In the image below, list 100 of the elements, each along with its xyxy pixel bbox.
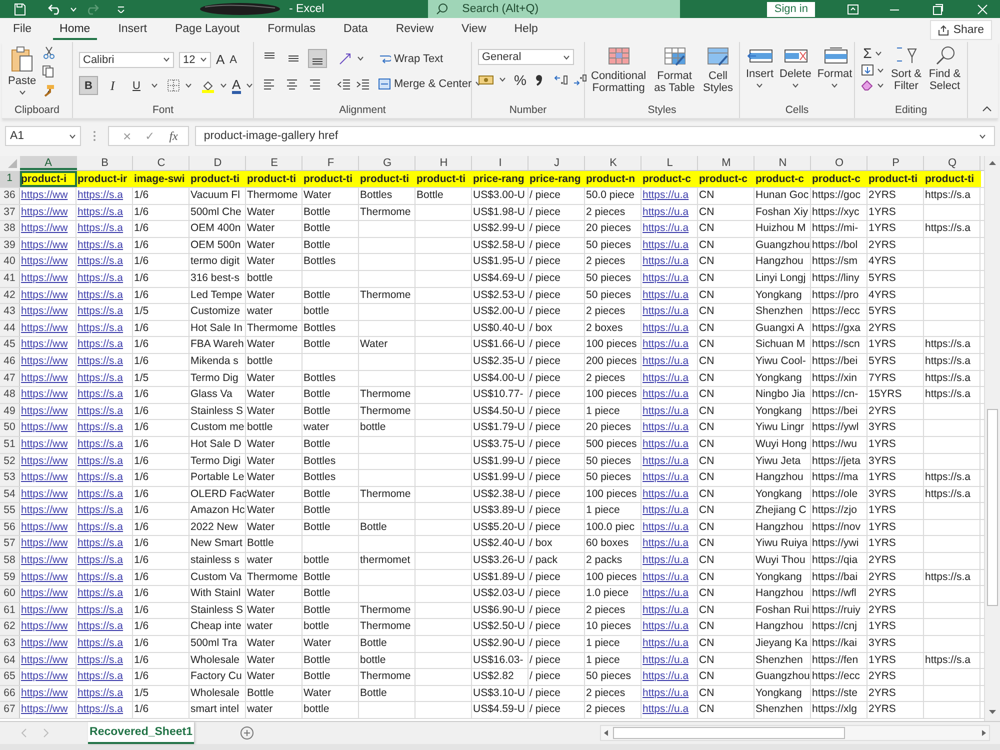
cells-button[interactable]: Format [817, 47, 852, 88]
link-cell[interactable]: https://s.a [76, 652, 133, 668]
link-cell[interactable]: https://ww [20, 337, 76, 353]
percent-button[interactable]: % [514, 72, 526, 88]
styles-button[interactable]: Conditional Formatting [591, 47, 646, 94]
column-header[interactable]: M [698, 156, 754, 170]
link-cell[interactable]: https://u.a [642, 520, 698, 536]
row-header[interactable]: 64 [0, 652, 20, 668]
link-cell[interactable]: https://u.a [642, 270, 698, 287]
link-cell[interactable]: https://ww [20, 702, 76, 718]
cells-button[interactable]: Insert [746, 47, 774, 88]
column-header[interactable]: J [528, 156, 585, 170]
row-header[interactable]: 63 [0, 636, 20, 652]
link-cell[interactable]: https://u.a [642, 238, 698, 254]
font-color-button[interactable]: A [232, 78, 241, 94]
ribbon-tab[interactable]: Help [507, 20, 545, 40]
row-header[interactable]: 54 [0, 486, 20, 502]
link-cell[interactable]: https://u.a [642, 454, 698, 470]
link-cell[interactable]: https://s.a [76, 602, 133, 618]
link-cell[interactable]: https://s.a [76, 270, 133, 287]
link-cell[interactable]: https://s.a [76, 404, 133, 420]
link-cell[interactable]: https://s.a [76, 337, 133, 353]
link-cell[interactable]: https://ww [20, 669, 76, 685]
underline-button[interactable]: U [127, 76, 146, 95]
row-header[interactable]: 56 [0, 520, 20, 536]
name-box[interactable]: A1 [5, 126, 81, 146]
font-size-dropdown[interactable]: 12 [179, 52, 211, 68]
link-cell[interactable]: https://s.a [76, 636, 133, 652]
link-cell[interactable]: https://u.a [642, 652, 698, 668]
link-cell[interactable]: https://u.a [642, 586, 698, 602]
link-cell[interactable]: https://ww [20, 436, 76, 452]
column-header[interactable]: H [416, 156, 472, 170]
search-field[interactable]: Search (Alt+Q) [428, 0, 680, 18]
link-cell[interactable]: https://s.a [76, 702, 133, 718]
cells-button[interactable]: Delete [780, 47, 812, 88]
link-cell[interactable]: https://s.a [76, 553, 133, 569]
column-header[interactable]: B [76, 156, 133, 170]
italic-button[interactable]: I [103, 76, 122, 95]
column-header[interactable]: N [754, 156, 811, 170]
styles-button[interactable]: Cell Styles [703, 47, 733, 94]
link-cell[interactable]: https://u.a [642, 669, 698, 685]
link-cell[interactable]: https://u.a [642, 337, 698, 353]
link-cell[interactable]: https://s.a [76, 204, 133, 220]
link-cell[interactable]: https://u.a [642, 602, 698, 618]
link-cell[interactable]: https://u.a [642, 204, 698, 220]
link-cell[interactable]: https://s.a [76, 486, 133, 502]
link-cell[interactable]: https://s.a [76, 288, 133, 304]
ribbon-tab[interactable]: Insert [111, 20, 154, 40]
link-cell[interactable]: https://s.a [76, 570, 133, 586]
link-cell[interactable]: https://ww [20, 570, 76, 586]
row-header[interactable]: 1 [0, 171, 20, 187]
merge-center-button[interactable]: Merge & Center [378, 78, 482, 90]
styles-button[interactable]: Format as Table [652, 47, 698, 94]
link-cell[interactable]: https://s.a [76, 188, 133, 204]
row-header[interactable]: 55 [0, 503, 20, 519]
link-cell[interactable]: https://ww [20, 254, 76, 270]
row-header[interactable]: 60 [0, 586, 20, 602]
link-cell[interactable]: https://s.a [76, 354, 133, 370]
link-cell[interactable]: https://u.a [642, 221, 698, 237]
link-cell[interactable]: https://ww [20, 304, 76, 320]
paste-button[interactable]: Paste [8, 46, 36, 95]
link-cell[interactable]: https://ww [20, 486, 76, 502]
link-cell[interactable]: https://ww [20, 536, 76, 552]
row-header[interactable]: 48 [0, 387, 20, 403]
link-cell[interactable]: https://s.a [76, 454, 133, 470]
row-header[interactable]: 57 [0, 536, 20, 552]
link-cell[interactable]: https://u.a [642, 553, 698, 569]
link-cell[interactable]: https://s.a [76, 221, 133, 237]
bold-button[interactable]: B [79, 76, 98, 95]
row-header[interactable]: 41 [0, 270, 20, 287]
link-cell[interactable]: https://u.a [642, 570, 698, 586]
link-cell[interactable]: https://u.a [642, 702, 698, 718]
link-cell[interactable]: https://u.a [642, 470, 698, 486]
sheet-tab[interactable]: Recovered_Sheet1 [88, 722, 194, 744]
link-cell[interactable]: https://ww [20, 204, 76, 220]
link-cell[interactable]: https://s.a [76, 586, 133, 602]
link-cell[interactable]: https://u.a [642, 636, 698, 652]
font-name-dropdown[interactable]: Calibri [79, 52, 174, 68]
autosum-button[interactable]: Σ [863, 45, 872, 61]
link-cell[interactable]: https://s.a [76, 470, 133, 486]
formula-field[interactable]: product-image-gallery href [194, 126, 995, 146]
column-header[interactable]: K [585, 156, 642, 170]
share-button[interactable]: Share [930, 20, 992, 40]
row-header[interactable]: 38 [0, 221, 20, 237]
link-cell[interactable]: https://ww [20, 586, 76, 602]
row-header[interactable]: 65 [0, 669, 20, 685]
link-cell[interactable]: https://ww [20, 520, 76, 536]
row-header[interactable]: 42 [0, 288, 20, 304]
column-header[interactable]: D [190, 156, 246, 170]
row-header[interactable]: 43 [0, 304, 20, 320]
link-cell[interactable]: https://s.a [76, 619, 133, 636]
link-cell[interactable]: https://u.a [642, 486, 698, 502]
row-header[interactable]: 53 [0, 470, 20, 486]
insert-function-button[interactable]: fx [169, 128, 178, 144]
shrink-font-button[interactable]: A [230, 54, 238, 66]
link-cell[interactable]: https://s.a [76, 536, 133, 552]
link-cell[interactable]: https://u.a [642, 288, 698, 304]
ribbon-tab[interactable]: Review [388, 20, 441, 40]
link-cell[interactable]: https://s.a [76, 520, 133, 536]
column-header[interactable]: C [133, 156, 190, 170]
